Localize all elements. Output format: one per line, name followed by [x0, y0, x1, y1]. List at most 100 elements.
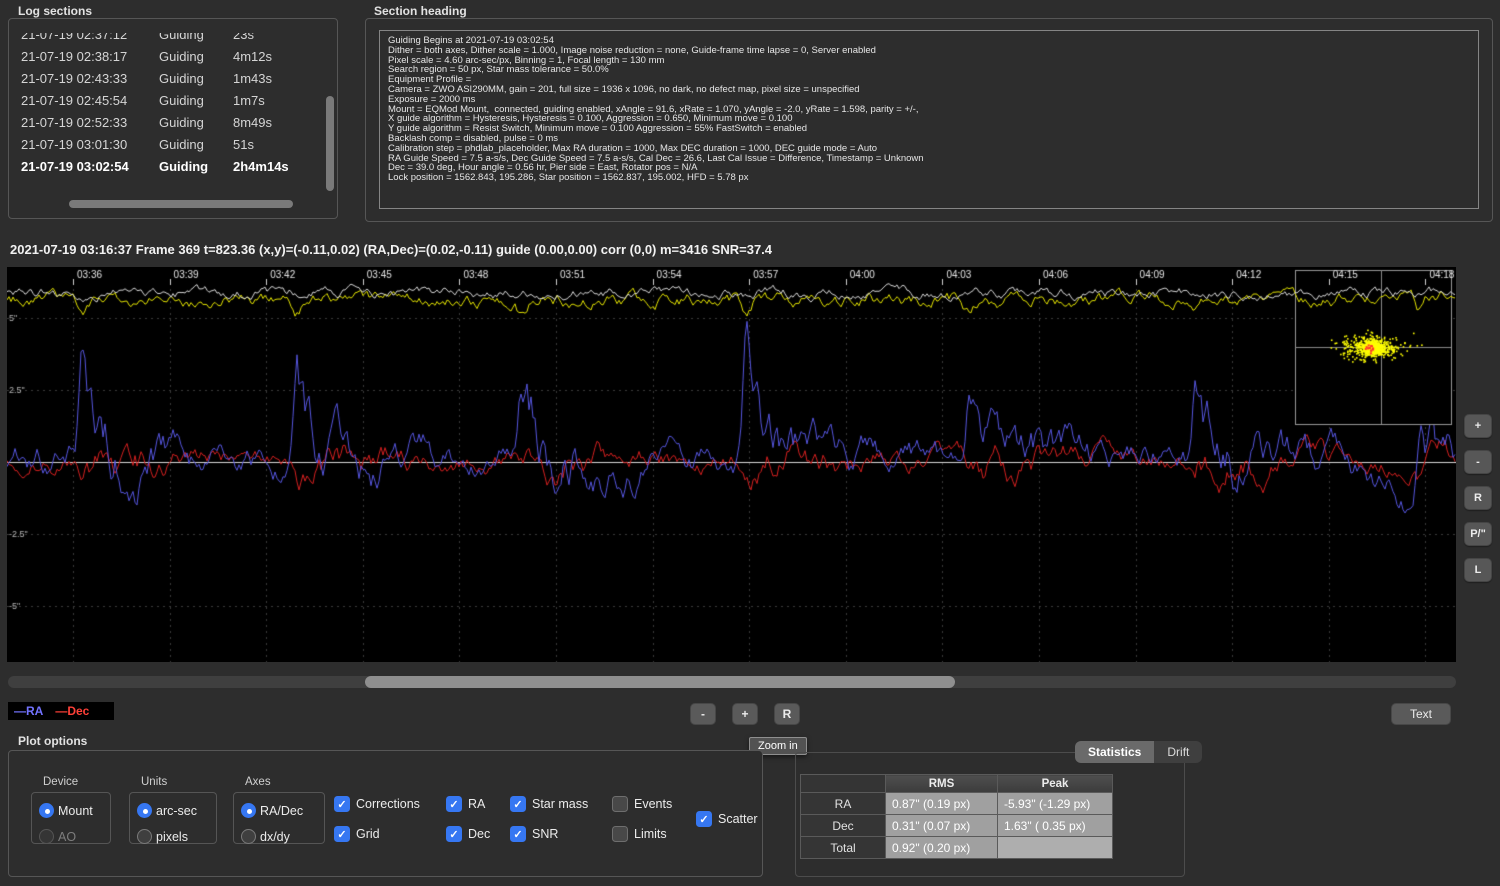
log-cell: 8m49s	[233, 115, 319, 130]
vscale-plus-button[interactable]: +	[1464, 414, 1492, 438]
radio-arc-sec[interactable]	[137, 803, 152, 818]
section-heading-line: Lock position = 1562.843, 195.286, Star …	[388, 173, 1470, 183]
checkbox-label-limits: Limits	[634, 827, 667, 841]
units-group: arc-sec pixels	[129, 792, 217, 844]
log-section-row[interactable]: 21-07-19 03:01:30Guiding51s	[21, 133, 319, 155]
tab-statistics[interactable]: Statistics	[1075, 741, 1154, 763]
plot-options-title: Plot options	[18, 734, 87, 748]
log-cell: 21-07-19 02:38:17	[21, 49, 159, 64]
checkbox-events[interactable]	[612, 796, 628, 812]
stats-row-ra: RA0.87" (0.19 px)-5.93" (-1.29 px)	[801, 793, 1113, 815]
stats-row-label: Total	[801, 837, 886, 859]
log-vertical-scrollbar[interactable]	[326, 96, 334, 191]
log-sections-panel: 21-07-19 02:37:12Guiding23s21-07-19 02:3…	[8, 18, 338, 219]
log-cell: 21-07-19 02:52:33	[21, 115, 159, 130]
stats-row-label: RA	[801, 793, 886, 815]
radio-label-pixels: pixels	[156, 830, 188, 844]
text-button[interactable]: Text	[1391, 703, 1451, 725]
log-cell: Guiding	[159, 93, 233, 108]
radio-label-dx-dy: dx/dy	[260, 830, 290, 844]
legend-dec: —Dec	[55, 704, 89, 718]
lock-scale-button[interactable]: L	[1464, 558, 1492, 582]
guide-graph[interactable]	[7, 267, 1456, 662]
units-label: Units	[141, 776, 167, 788]
checkbox-label-scatter: Scatter	[718, 812, 758, 826]
guide-graph-canvas[interactable]	[7, 267, 1456, 662]
log-section-row[interactable]: 21-07-19 02:52:33Guiding8m49s	[21, 111, 319, 133]
checkbox-corrections[interactable]: ✓	[334, 796, 350, 812]
frame-status-line: 2021-07-19 03:16:37 Frame 369 t=823.36 (…	[10, 242, 772, 257]
section-heading-line: Camera = ZWO ASI290MM, gain = 201, full …	[388, 85, 1470, 95]
log-cell: Guiding	[159, 159, 233, 174]
section-heading-panel: Guiding Begins at 2021-07-19 03:02:54Dit…	[365, 18, 1493, 222]
radio-ao	[39, 829, 54, 844]
tab-drift[interactable]: Drift	[1154, 741, 1202, 763]
log-section-row[interactable]: 21-07-19 03:02:54Guiding2h4m14s	[21, 155, 319, 177]
stats-peak-value: -5.93" (-1.29 px)	[998, 793, 1113, 815]
checkbox-label-snr: SNR	[532, 827, 558, 841]
log-cell: 23s	[233, 33, 319, 42]
log-cell: 4m12s	[233, 49, 319, 64]
log-cell: 21-07-19 02:37:12	[21, 33, 159, 42]
legend-ra: —RA	[14, 704, 43, 718]
checkbox-label-dec: Dec	[468, 827, 490, 841]
vertical-buttons: + - R P/" L	[1464, 414, 1492, 582]
log-cell: 21-07-19 02:45:54	[21, 93, 159, 108]
log-horizontal-scrollbar[interactable]	[69, 200, 293, 208]
section-heading-title: Section heading	[374, 4, 467, 18]
device-group: MountAO	[31, 792, 111, 844]
stats-row-dec: Dec0.31" (0.07 px)1.63" ( 0.35 px)	[801, 815, 1113, 837]
checkbox-ra[interactable]: ✓	[446, 796, 462, 812]
hzoom-in-button[interactable]: +	[732, 703, 758, 725]
log-sections-table[interactable]: 21-07-19 02:37:12Guiding23s21-07-19 02:3…	[21, 33, 319, 204]
section-heading-text: Guiding Begins at 2021-07-19 03:02:54Dit…	[380, 31, 1478, 188]
log-cell: 21-07-19 03:01:30	[21, 137, 159, 152]
hzoom-out-button[interactable]: -	[690, 703, 716, 725]
log-cell: Guiding	[159, 115, 233, 130]
device-label: Device	[43, 776, 78, 788]
log-section-row[interactable]: 21-07-19 02:37:12Guiding23s	[21, 33, 319, 45]
log-cell: 21-07-19 03:02:54	[21, 159, 159, 174]
graph-scrollbar-thumb[interactable]	[365, 676, 955, 688]
log-section-row[interactable]: 21-07-19 02:38:17Guiding4m12s	[21, 45, 319, 67]
checkbox-snr[interactable]: ✓	[510, 826, 526, 842]
radio-label-arc-sec: arc-sec	[156, 804, 197, 818]
log-cell: Guiding	[159, 137, 233, 152]
vscale-reset-button[interactable]: R	[1464, 486, 1492, 510]
log-cell: 21-07-19 02:43:33	[21, 71, 159, 86]
stats-row-label: Dec	[801, 815, 886, 837]
graph-nav-buttons: -+ R	[690, 703, 800, 725]
vscale-minus-button[interactable]: -	[1464, 450, 1492, 474]
stats-peak-value: 1.63" ( 0.35 px)	[998, 815, 1113, 837]
checkbox-label-ra: RA	[468, 797, 485, 811]
checkbox-limits[interactable]	[612, 826, 628, 842]
axes-label: Axes	[245, 776, 271, 788]
radio-label-ra-dec: RA/Dec	[260, 804, 303, 818]
log-cell: 2h4m14s	[233, 159, 319, 174]
graph-legend: —RA —Dec	[8, 702, 114, 720]
checkbox-label-star-mass: Star mass	[532, 797, 588, 811]
checkbox-label-events: Events	[634, 797, 672, 811]
checkbox-scatter[interactable]: ✓	[696, 811, 712, 827]
log-cell: 1m43s	[233, 71, 319, 86]
log-section-row[interactable]: 21-07-19 02:43:33Guiding1m43s	[21, 67, 319, 89]
log-section-row[interactable]: 21-07-19 02:45:54Guiding1m7s	[21, 89, 319, 111]
checkbox-grid[interactable]: ✓	[334, 826, 350, 842]
checkbox-dec[interactable]: ✓	[446, 826, 462, 842]
stats-rms-value: 0.31" (0.07 px)	[886, 815, 998, 837]
stats-rms-value: 0.92" (0.20 px)	[886, 837, 998, 859]
section-heading-box: Guiding Begins at 2021-07-19 03:02:54Dit…	[379, 30, 1479, 209]
graph-horizontal-scrollbar[interactable]	[8, 676, 1456, 688]
stats-peak-value	[998, 837, 1113, 859]
radio-mount[interactable]	[39, 803, 54, 818]
log-sections-title: Log sections	[18, 4, 92, 18]
section-heading-line: Search region = 50 px, Star mass toleran…	[388, 65, 1470, 75]
checkbox-star-mass[interactable]: ✓	[510, 796, 526, 812]
radio-ra-dec[interactable]	[241, 803, 256, 818]
stats-corner-cell	[801, 775, 886, 793]
radio-pixels[interactable]	[137, 829, 152, 844]
hzoom-reset-button[interactable]: R	[774, 703, 800, 725]
statistics-table: RMSPeakRA0.87" (0.19 px)-5.93" (-1.29 px…	[800, 774, 1113, 859]
radio-dx-dy[interactable]	[241, 829, 256, 844]
pixels-arcsec-toggle-button[interactable]: P/"	[1464, 522, 1492, 546]
